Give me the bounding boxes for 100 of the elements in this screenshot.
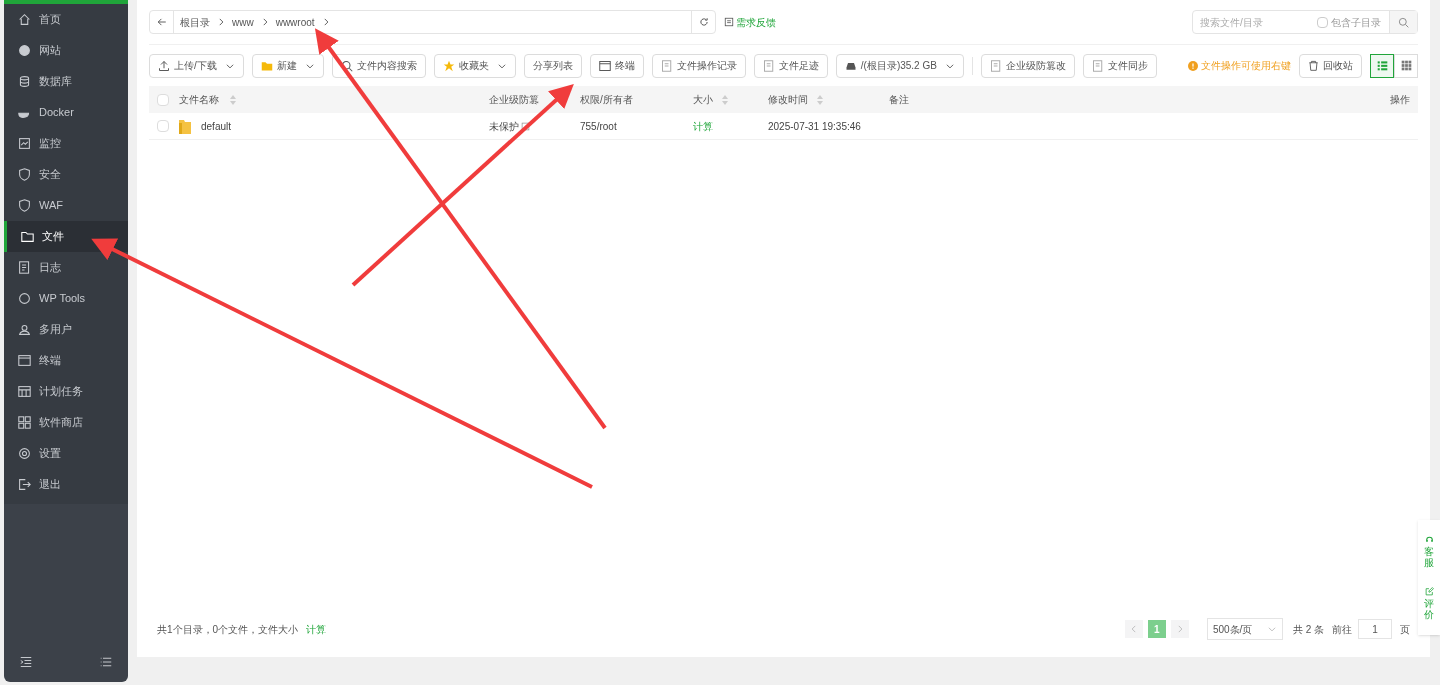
tip-text: 文件操作可使用右键	[1188, 58, 1291, 73]
logout-icon	[18, 478, 31, 491]
toolbar-button[interactable]: /(根目录)35.2 GB	[835, 53, 964, 78]
toolbar-button[interactable]: 上传/下载	[149, 53, 244, 78]
chevron-down-icon	[1266, 624, 1277, 634]
column-header[interactable]: 文件名称	[179, 92, 219, 107]
document-icon	[660, 59, 673, 72]
home-icon	[18, 13, 31, 26]
page-unit: 页	[1400, 622, 1410, 637]
sidebar-item[interactable]: Docker	[4, 97, 128, 128]
column-header[interactable]: 修改时间	[768, 92, 808, 107]
upload-icon	[158, 59, 170, 72]
toolbar-button[interactable]: 收藏夹	[433, 53, 516, 78]
sort-icon	[721, 94, 729, 105]
breadcrumb-item[interactable]: www	[232, 14, 254, 30]
sidebar-item[interactable]: 文件	[4, 221, 128, 252]
folder-icon	[179, 118, 191, 134]
toolbar-button[interactable]: 文件内容搜索	[331, 53, 426, 78]
subdir-checkbox[interactable]	[1317, 16, 1328, 28]
star-icon	[442, 59, 455, 72]
breadcrumb-item[interactable]: wwwroot	[275, 14, 315, 30]
grid-view-button[interactable]	[1394, 53, 1418, 78]
sidebar-item[interactable]: 多用户	[4, 314, 128, 345]
shield-icon	[18, 168, 31, 181]
document-icon	[1091, 59, 1104, 72]
terminal-icon	[598, 59, 611, 72]
sort-icon	[229, 94, 237, 105]
document-icon	[762, 59, 775, 72]
search-icon	[340, 59, 353, 72]
sidebar-item[interactable]: 日志	[4, 252, 128, 283]
sidebar-item[interactable]: 设置	[4, 438, 128, 469]
breadcrumb-item[interactable]: 根目录	[180, 14, 210, 30]
edit-icon	[1424, 586, 1434, 596]
total-count: 共 2 条	[1292, 622, 1324, 637]
refresh-icon	[698, 17, 709, 27]
toolbar-button[interactable]: 文件足迹	[753, 53, 828, 78]
table-cell-text: 755/root	[580, 119, 618, 134]
edit-icon[interactable]	[521, 121, 530, 131]
prev-page-button[interactable]	[1124, 620, 1143, 638]
globe-icon	[18, 44, 31, 57]
summary-text: 共1个目录，0个文件，文件大小	[156, 622, 299, 637]
headset-icon	[1424, 535, 1434, 545]
file-name[interactable]: default	[201, 118, 232, 134]
sidebar-item[interactable]: 终端	[4, 345, 128, 376]
document-icon	[18, 261, 31, 274]
back-icon	[156, 17, 167, 27]
users-icon	[18, 323, 31, 336]
toolbar-button[interactable]: 企业级防篡改	[980, 53, 1075, 78]
trash-icon	[1308, 60, 1319, 71]
search-icon	[1398, 16, 1409, 28]
info-icon	[1188, 60, 1198, 71]
toolbar-button[interactable]: 分享列表	[523, 53, 582, 78]
path-bar[interactable]: 根目录 www wwwroot	[149, 10, 716, 34]
sidebar-item[interactable]: 软件商店	[4, 407, 128, 438]
shield-icon	[18, 199, 31, 212]
next-page-button[interactable]	[1170, 620, 1189, 638]
table-cell-text: 2025-07-31 19:35:46	[768, 119, 862, 134]
column-header: 企业级防篡	[489, 93, 540, 107]
search-button[interactable]	[1389, 11, 1417, 33]
sidebar-item[interactable]: 数据库	[4, 66, 128, 97]
page-input[interactable]: 1	[1358, 619, 1392, 639]
toolbar-button[interactable]: 终端	[589, 53, 644, 78]
row-checkbox[interactable]	[157, 120, 169, 132]
goto-label: 前往	[1332, 622, 1352, 637]
sidebar-item[interactable]: 计划任务	[4, 376, 128, 407]
list-icon	[1376, 60, 1388, 71]
monitor-icon	[18, 137, 31, 150]
sort-icon	[816, 94, 824, 105]
sidebar-item[interactable]: 首页	[4, 4, 128, 35]
sidebar-item[interactable]: WP Tools	[4, 283, 128, 314]
page-size-select[interactable]: 500条/页	[1206, 618, 1283, 640]
wordpress-icon	[18, 292, 31, 305]
document-icon	[989, 59, 1002, 72]
sidebar-item[interactable]: 网站	[4, 35, 128, 66]
search-field[interactable]: 搜索文件/目录	[1193, 14, 1317, 30]
collapse-icon[interactable]	[20, 656, 32, 668]
sidebar-item[interactable]: 安全	[4, 159, 128, 190]
sidebar-item[interactable]: 退出	[4, 469, 128, 500]
column-header: 权限/所有者	[580, 93, 634, 107]
sidebar-item[interactable]: 监控	[4, 128, 128, 159]
toolbar-button[interactable]: 新建	[251, 53, 324, 78]
folder-icon	[260, 59, 273, 72]
select-all-checkbox[interactable]	[157, 93, 169, 106]
chevron-right-icon	[216, 17, 226, 27]
list-view-button[interactable]	[1370, 53, 1394, 78]
terminal-icon	[18, 354, 31, 367]
recycle-bin-button[interactable]: 回收站	[1299, 53, 1362, 78]
table-cell-text: 未保护	[489, 119, 519, 134]
column-header[interactable]: 大小	[693, 92, 713, 107]
toolbar-button[interactable]: 文件同步	[1082, 53, 1157, 78]
subdir-label: 包含子目录	[1331, 15, 1381, 30]
grid-icon	[18, 416, 31, 429]
column-header: 操作	[1389, 93, 1411, 107]
calendar-icon	[18, 385, 31, 398]
toolbar-button[interactable]: 文件操作记录	[651, 53, 746, 78]
sidebar-item[interactable]: WAF	[4, 190, 128, 221]
database-icon	[18, 75, 31, 88]
folder-icon	[21, 230, 34, 243]
menu-icon[interactable]	[100, 656, 112, 668]
document-icon	[724, 17, 734, 27]
